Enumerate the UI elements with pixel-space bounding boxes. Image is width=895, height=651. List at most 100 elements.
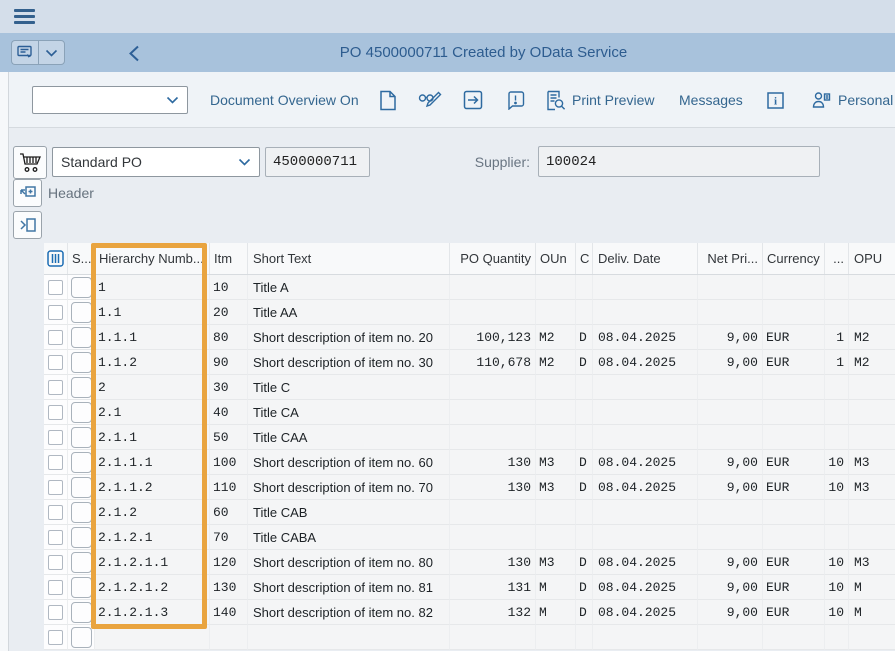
cell-item-number[interactable]: 130 (210, 575, 248, 600)
cell-delivery-date[interactable]: 08.04.2025 (593, 350, 698, 375)
cell-category[interactable]: D (576, 325, 593, 350)
cell-order-unit[interactable]: M3 (536, 550, 576, 575)
cell-hierarchy-number[interactable]: 2.1.2.1.1 (95, 550, 210, 575)
col-header-per[interactable]: ... (825, 243, 849, 274)
status-input[interactable] (71, 302, 92, 323)
cell-per[interactable] (825, 500, 849, 525)
cell-category[interactable] (576, 275, 593, 300)
cell-short-text[interactable]: Title C (248, 375, 450, 400)
cell-per[interactable]: 1 (825, 350, 849, 375)
cell-net-price[interactable] (698, 275, 763, 300)
cell-order-price-unit[interactable]: M3 (849, 450, 895, 475)
row-checkbox[interactable] (48, 380, 63, 395)
cell-currency[interactable]: EUR (763, 450, 825, 475)
status-input[interactable] (71, 452, 92, 473)
chevron-down-icon[interactable] (38, 40, 65, 65)
cell-category[interactable]: D (576, 450, 593, 475)
expand-items-button[interactable] (13, 211, 42, 239)
col-header-hierarchy[interactable]: Hierarchy Numb... (95, 243, 210, 274)
row-checkbox[interactable] (48, 555, 63, 570)
status-input[interactable] (71, 352, 92, 373)
cell-delivery-date[interactable]: 08.04.2025 (593, 575, 698, 600)
print-preview-button[interactable]: Print Preview (546, 72, 654, 128)
cell-po-quantity[interactable] (450, 500, 536, 525)
cell-delivery-date[interactable] (593, 525, 698, 550)
cell-short-text[interactable]: Short description of item no. 81 (248, 575, 450, 600)
messages-button[interactable]: Messages (679, 72, 743, 128)
cell-net-price[interactable]: 9,00 (698, 325, 763, 350)
po-number-field[interactable]: 4500000711 (265, 147, 370, 177)
expand-header-button[interactable] (13, 179, 42, 207)
cell-category[interactable] (576, 400, 593, 425)
cell-po-quantity[interactable]: 130 (450, 550, 536, 575)
cell-order-unit[interactable] (536, 525, 576, 550)
cell-net-price[interactable]: 9,00 (698, 450, 763, 475)
cell-short-text[interactable]: Short description of item no. 60 (248, 450, 450, 475)
other-document-icon[interactable] (460, 72, 486, 128)
cell-po-quantity[interactable] (450, 525, 536, 550)
status-input[interactable] (71, 627, 92, 648)
cell-hierarchy-number[interactable]: 1 (95, 275, 210, 300)
cell-currency[interactable]: EUR (763, 550, 825, 575)
cell-short-text[interactable]: Title CA (248, 400, 450, 425)
row-checkbox[interactable] (48, 305, 63, 320)
cell-category[interactable]: D (576, 475, 593, 500)
command-combobox[interactable] (32, 86, 188, 114)
cell-order-unit[interactable]: M2 (536, 325, 576, 350)
cell-currency[interactable]: EUR (763, 475, 825, 500)
status-input[interactable] (71, 477, 92, 498)
row-checkbox[interactable] (48, 330, 63, 345)
cell-net-price[interactable] (698, 375, 763, 400)
cell-per[interactable] (825, 525, 849, 550)
cell-order-unit[interactable] (536, 400, 576, 425)
cell-order-price-unit[interactable]: M2 (849, 350, 895, 375)
cell-order-price-unit[interactable] (849, 275, 895, 300)
row-checkbox[interactable] (48, 630, 63, 645)
row-checkbox[interactable] (48, 405, 63, 420)
status-input[interactable] (71, 277, 92, 298)
cell-delivery-date[interactable] (593, 625, 698, 650)
cell-per[interactable]: 10 (825, 475, 849, 500)
po-cart-button[interactable] (13, 146, 47, 179)
cell-per[interactable]: 10 (825, 450, 849, 475)
cell-item-number[interactable]: 30 (210, 375, 248, 400)
cell-delivery-date[interactable]: 08.04.2025 (593, 450, 698, 475)
status-input[interactable] (71, 527, 92, 548)
cell-short-text[interactable]: Title CABA (248, 525, 450, 550)
cell-order-price-unit[interactable] (849, 500, 895, 525)
cell-po-quantity[interactable] (450, 375, 536, 400)
cell-item-number[interactable] (210, 625, 248, 650)
cell-currency[interactable] (763, 500, 825, 525)
cell-order-unit[interactable]: M (536, 575, 576, 600)
cell-delivery-date[interactable] (593, 500, 698, 525)
cell-currency[interactable] (763, 275, 825, 300)
display-change-icon[interactable] (417, 72, 443, 128)
create-document-icon[interactable] (375, 72, 401, 128)
cell-per[interactable] (825, 275, 849, 300)
row-checkbox[interactable] (48, 580, 63, 595)
col-header-delivdate[interactable]: Deliv. Date (593, 243, 698, 274)
cell-po-quantity[interactable] (450, 625, 536, 650)
menu-hamburger-icon[interactable] (14, 9, 35, 24)
cell-category[interactable]: D (576, 600, 593, 625)
cell-order-price-unit[interactable] (849, 300, 895, 325)
cell-order-unit[interactable]: M (536, 600, 576, 625)
cell-net-price[interactable]: 9,00 (698, 600, 763, 625)
cell-delivery-date[interactable] (593, 275, 698, 300)
cell-per[interactable] (825, 400, 849, 425)
row-checkbox[interactable] (48, 505, 63, 520)
cell-po-quantity[interactable] (450, 400, 536, 425)
cell-po-quantity[interactable] (450, 425, 536, 450)
cell-net-price[interactable] (698, 400, 763, 425)
cell-short-text[interactable]: Short description of item no. 82 (248, 600, 450, 625)
cell-order-unit[interactable]: M2 (536, 350, 576, 375)
col-header-quantity[interactable]: PO Quantity (450, 243, 536, 274)
row-checkbox[interactable] (48, 605, 63, 620)
cell-category[interactable]: D (576, 550, 593, 575)
cell-delivery-date[interactable] (593, 425, 698, 450)
cell-order-unit[interactable] (536, 375, 576, 400)
cell-order-price-unit[interactable] (849, 525, 895, 550)
cell-category[interactable] (576, 425, 593, 450)
cell-hierarchy-number[interactable]: 2.1.1 (95, 425, 210, 450)
command-field-icon[interactable] (11, 40, 38, 65)
